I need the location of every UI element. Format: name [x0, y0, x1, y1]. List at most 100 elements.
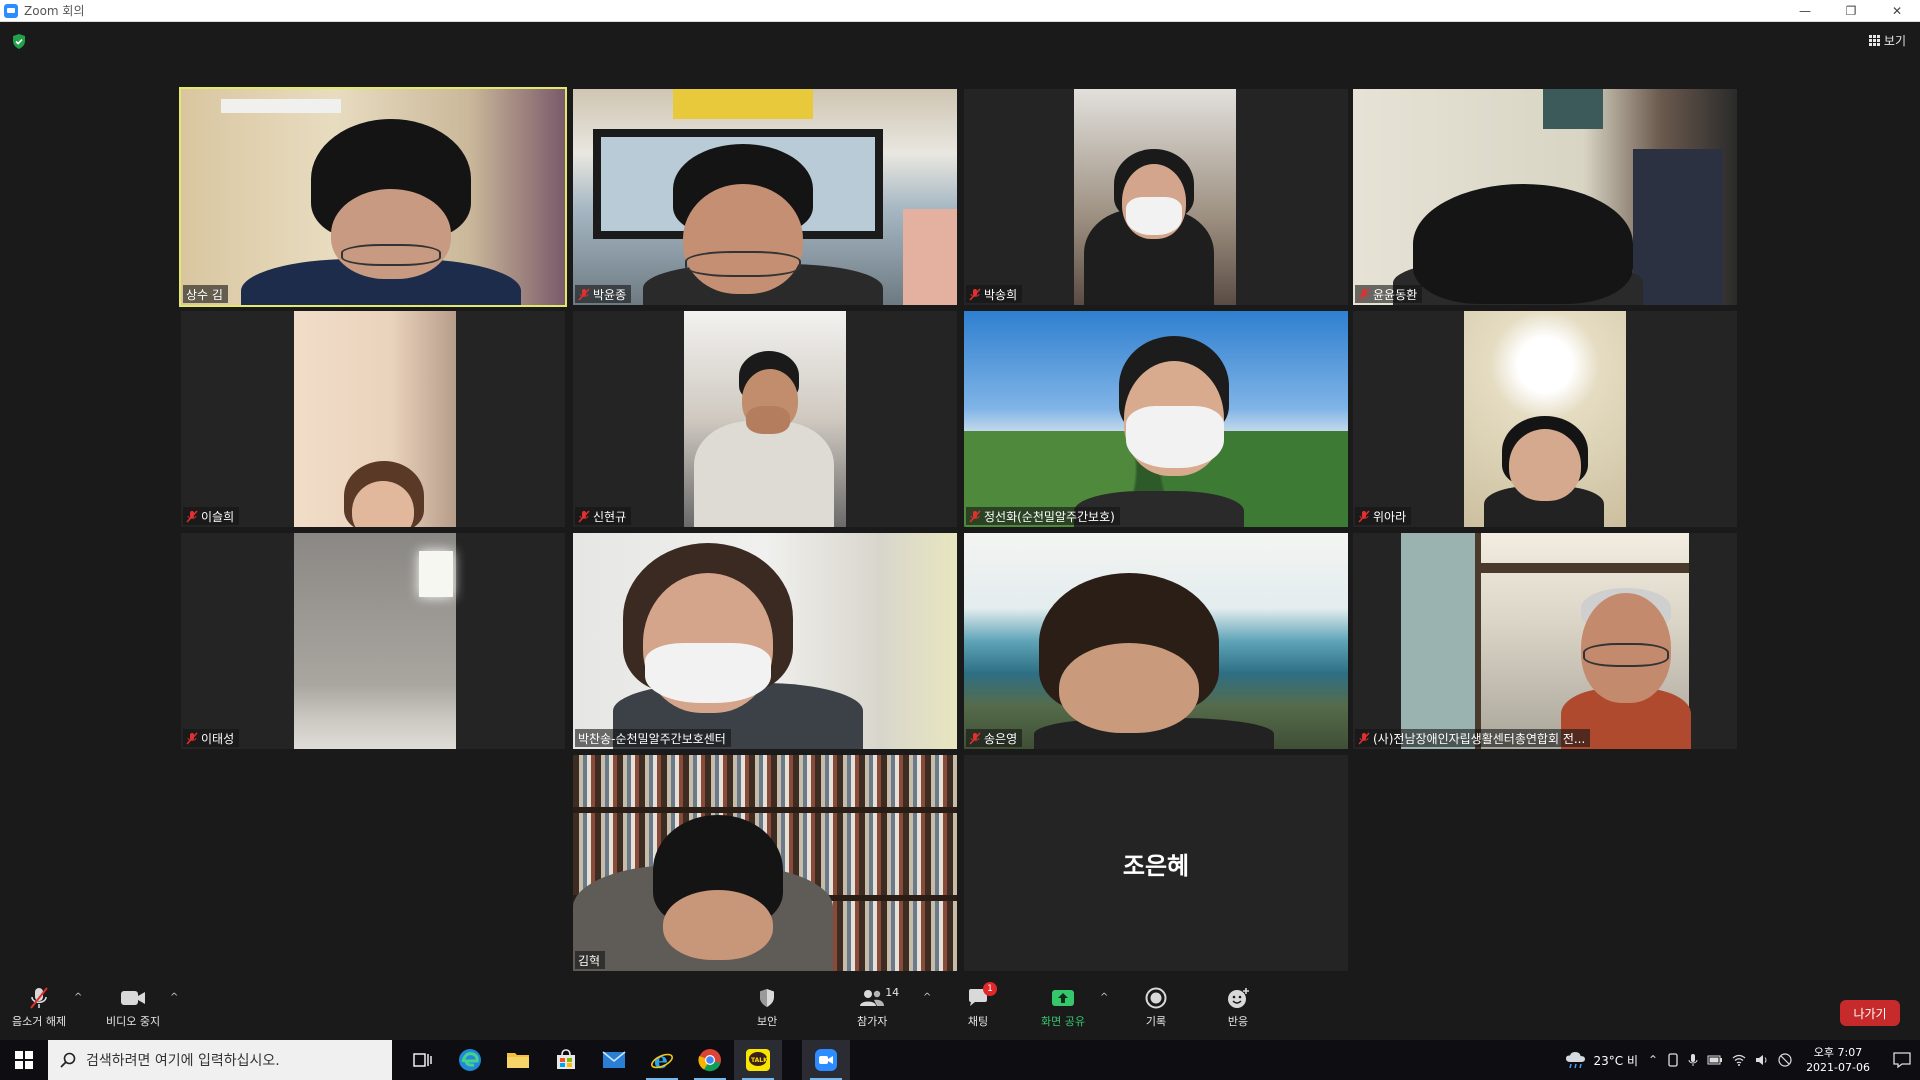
video-tile[interactable]: 상수 김 — [179, 87, 567, 307]
share-screen-icon — [1051, 990, 1074, 1006]
weather-text: 23°C 비 — [1593, 1053, 1638, 1068]
video-tile[interactable]: 윤윤동환 — [1353, 89, 1737, 305]
edge-browser-icon — [459, 1049, 481, 1071]
audio-options-chevron-icon[interactable]: ^ — [74, 992, 82, 1003]
taskbar-search-box[interactable]: 검색하려면 여기에 입력하십시오. — [48, 1040, 392, 1080]
clock-date: 2021-07-06 — [1806, 1061, 1870, 1074]
system-tray: 23°C 비 ⌃ 오후 7:07 2021-07-06 — [1565, 1040, 1920, 1080]
participant-display-name: 조은혜 — [1122, 851, 1190, 880]
svg-text:e: e — [654, 1048, 668, 1072]
taskbar-spacer — [782, 1040, 802, 1080]
svg-text:TALK: TALK — [751, 1057, 768, 1064]
participant-name-tag: 이슬희 — [183, 507, 240, 525]
participant-name-tag: 송은영 — [966, 729, 1023, 747]
reactions-button[interactable]: 반응 — [1226, 986, 1250, 1029]
muted-mic-icon — [1358, 509, 1370, 523]
participant-name-tag: 박윤종 — [575, 285, 632, 303]
zoom-app-icon — [4, 3, 18, 18]
video-tile[interactable]: 송은영 — [964, 533, 1348, 749]
view-label: 보기 — [1883, 34, 1906, 48]
taskbar-zoom[interactable] — [802, 1040, 850, 1080]
muted-mic-icon — [1358, 287, 1370, 301]
clock-time: 오후 7:07 — [1813, 1046, 1863, 1059]
video-tile[interactable]: 정선화(순천밀알주간보호) — [964, 311, 1348, 527]
taskbar-mail[interactable] — [590, 1040, 638, 1080]
stop-video-button[interactable]: 비디오 중지 — [106, 986, 160, 1029]
window-title: Zoom 회의 — [24, 4, 85, 18]
windows-logo-icon — [15, 1051, 33, 1069]
participant-name-tag: 박찬송-순천밀알주간보호센터 — [575, 729, 731, 747]
video-tile[interactable]: 박찬송-순천밀알주간보호센터 — [573, 533, 957, 749]
participant-name-tag: 윤윤동환 — [1355, 285, 1423, 303]
participant-name-tag: 정선화(순천밀알주간보호) — [966, 507, 1120, 525]
chrome-icon — [698, 1049, 721, 1072]
weather-widget[interactable]: 23°C 비 — [1565, 1051, 1638, 1069]
internet-explorer-icon: e — [651, 1048, 673, 1072]
minimize-button[interactable]: — — [1782, 0, 1828, 22]
video-tile[interactable]: 김혁 — [573, 755, 957, 971]
leave-meeting-button[interactable]: 나가기 — [1840, 1000, 1900, 1026]
video-tile[interactable]: 위아라 — [1353, 311, 1737, 527]
kakaotalk-icon: TALK — [746, 1049, 770, 1071]
window-titlebar: Zoom 회의 — ❐ ✕ — [0, 0, 1920, 22]
muted-mic-icon — [186, 509, 198, 523]
video-tile[interactable]: 이슬희 — [181, 311, 565, 527]
taskbar-internet-explorer[interactable]: e — [638, 1040, 686, 1080]
security-button[interactable]: 보안 — [757, 986, 777, 1029]
wifi-icon[interactable] — [1732, 1054, 1746, 1066]
muted-mic-icon — [969, 287, 981, 301]
video-tile[interactable]: 박송희 — [964, 89, 1348, 305]
video-tile-no-video[interactable]: 조은혜 — [964, 755, 1348, 971]
chat-button[interactable]: 1 채팅 — [967, 982, 997, 1029]
muted-mic-icon — [1358, 731, 1370, 745]
taskbar-kakaotalk[interactable]: TALK — [734, 1040, 782, 1080]
participant-name-tag: 이태성 — [183, 729, 240, 747]
muted-mic-icon — [186, 731, 198, 745]
participants-options-chevron-icon[interactable]: ^ — [923, 992, 931, 1003]
share-screen-button[interactable]: 화면 공유 — [1041, 986, 1085, 1029]
device-icon[interactable] — [1667, 1053, 1679, 1067]
ime-language-icon[interactable] — [1778, 1053, 1792, 1067]
restore-button[interactable]: ❐ — [1828, 0, 1874, 22]
participant-name-tag: 상수 김 — [183, 285, 228, 303]
muted-mic-icon — [578, 509, 590, 523]
video-tile[interactable]: 박윤종 — [573, 89, 957, 305]
encryption-shield-icon[interactable] — [12, 34, 26, 49]
meeting-toolbar: 음소거 해제 ^ 비디오 중지 ^ 보안 14 참가자 ^ 1 채팅 화면 공유 — [0, 980, 1920, 1040]
mail-icon — [602, 1051, 626, 1068]
video-tile[interactable]: (사)전남장애인자립생활센터총연합회 전... — [1353, 533, 1737, 749]
chat-unread-badge: 1 — [983, 982, 997, 996]
taskbar-file-explorer[interactable] — [494, 1040, 542, 1080]
search-placeholder: 검색하려면 여기에 입력하십시오. — [86, 1053, 280, 1069]
emoji-reaction-icon — [1228, 988, 1249, 1008]
taskbar-edge[interactable] — [446, 1040, 494, 1080]
notification-icon — [1893, 1052, 1911, 1068]
taskbar-clock[interactable]: 오후 7:07 2021-07-06 — [1806, 1045, 1870, 1075]
unmute-button[interactable]: 음소거 해제 — [12, 986, 66, 1029]
close-window-button[interactable]: ✕ — [1874, 0, 1920, 22]
video-tile[interactable]: 신현규 — [573, 311, 957, 527]
show-hidden-icons-chevron-icon[interactable]: ⌃ — [1648, 1053, 1658, 1067]
record-button[interactable]: 기록 — [1145, 986, 1167, 1029]
volume-icon[interactable] — [1755, 1054, 1769, 1066]
task-view-button[interactable] — [398, 1040, 446, 1080]
search-icon — [60, 1052, 76, 1068]
start-button[interactable] — [0, 1040, 48, 1080]
participant-name-tag: 신현규 — [575, 507, 632, 525]
participants-button[interactable]: 14 참가자 — [857, 986, 899, 1029]
record-icon — [1145, 987, 1167, 1009]
video-options-chevron-icon[interactable]: ^ — [170, 992, 178, 1003]
action-center-button[interactable] — [1884, 1052, 1920, 1068]
shield-icon — [760, 989, 775, 1007]
share-options-chevron-icon[interactable]: ^ — [1100, 992, 1108, 1003]
taskbar-store[interactable] — [542, 1040, 590, 1080]
participants-icon — [860, 990, 885, 1006]
taskbar-chrome[interactable] — [686, 1040, 734, 1080]
folder-icon — [507, 1053, 529, 1068]
view-button[interactable]: 보기 — [1868, 32, 1906, 49]
video-tile[interactable]: 이태성 — [181, 533, 565, 749]
microphone-icon[interactable] — [1688, 1053, 1698, 1067]
muted-mic-icon — [30, 987, 48, 1009]
task-view-icon — [413, 1053, 432, 1067]
battery-icon[interactable] — [1707, 1055, 1723, 1065]
